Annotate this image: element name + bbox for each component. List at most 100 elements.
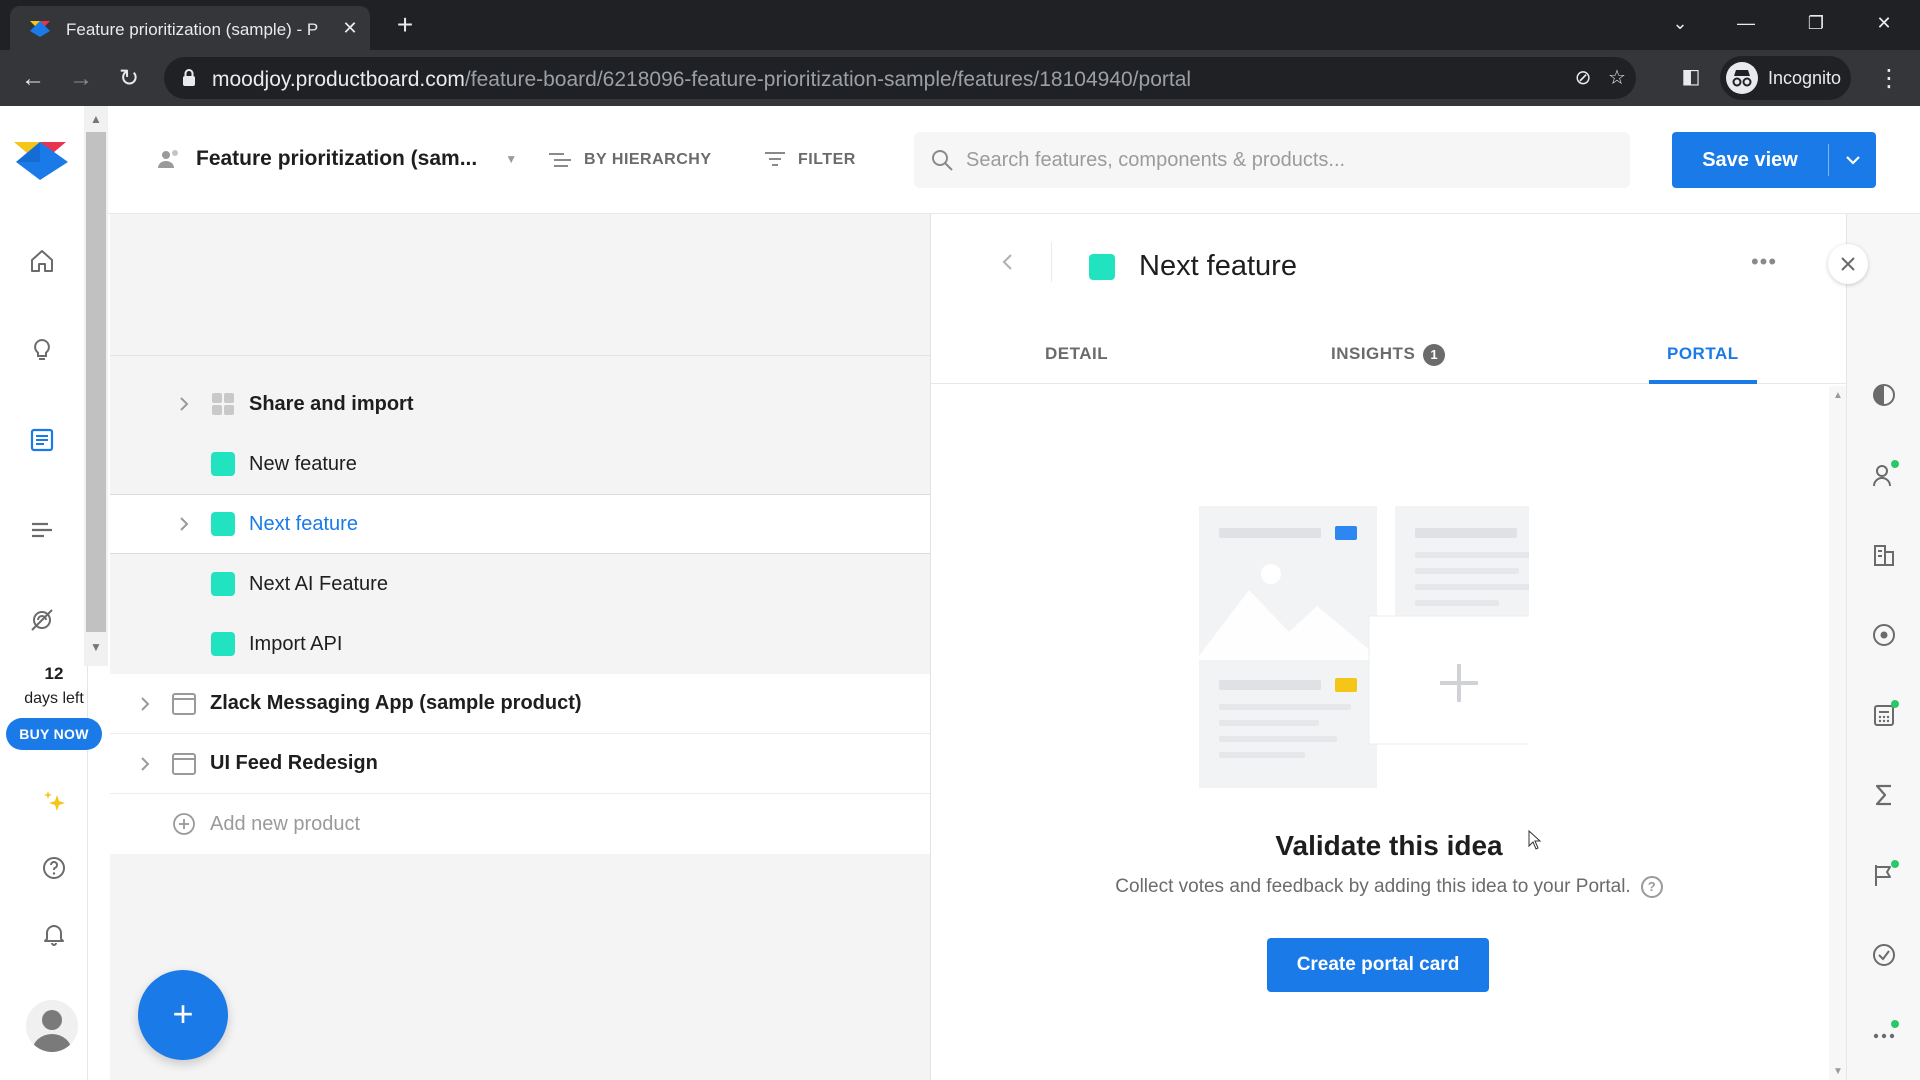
url-text: moodjoy.productboard.com/feature-board/6… (212, 68, 1192, 91)
sigma-formula-icon[interactable] (1869, 780, 1899, 810)
filter-button[interactable]: FILTER (764, 150, 856, 170)
calculator-icon[interactable] (1869, 700, 1899, 730)
side-panel-icon[interactable]: ◧ (1678, 64, 1704, 90)
empty-state-title: Validate this idea (1275, 830, 1503, 861)
add-product-row[interactable]: Add new product (110, 794, 930, 854)
reload-icon[interactable]: ↻ (114, 64, 144, 94)
feature-status-square (211, 572, 235, 596)
tree-row-label: Share and import (249, 392, 414, 415)
more-options-icon[interactable]: ••• (1749, 251, 1779, 273)
scroll-down-arrow-icon[interactable]: ▼ (88, 640, 104, 654)
portal-cards-illustration (1199, 506, 1529, 788)
productboard-favicon-icon (30, 21, 50, 37)
browser-tab[interactable]: Feature prioritization (sample) - P ✕ (10, 6, 370, 50)
scroll-down-arrow-icon[interactable]: ▼ (1829, 1066, 1847, 1077)
chevron-right-icon[interactable] (174, 394, 194, 414)
help-icon[interactable] (38, 852, 70, 884)
window-close-icon[interactable]: ✕ (1864, 8, 1904, 38)
tree-row-feature[interactable]: Next AI Feature (110, 554, 930, 614)
more-fields-icon[interactable] (1869, 1020, 1899, 1050)
save-view-button[interactable]: Save view (1672, 132, 1876, 188)
new-tab-icon[interactable]: + (390, 10, 420, 40)
portal-hidden-icon[interactable] (26, 604, 58, 636)
browser-menu-icon[interactable]: ⋮ (1874, 64, 1904, 94)
feature-detail-panel: Next feature ••• DETAIL INSIGHTS 1 PORTA… (930, 214, 1847, 1080)
feature-status-square (211, 632, 235, 656)
search-input[interactable] (966, 146, 1606, 174)
back-arrow-icon[interactable]: ← (18, 64, 48, 94)
add-product-label: Add new product (210, 812, 361, 835)
chevron-right-icon[interactable] (135, 754, 155, 774)
owner-person-icon[interactable] (1869, 460, 1899, 490)
tree-header-area (110, 214, 930, 356)
eye-slash-icon[interactable]: ⊘ (1570, 65, 1596, 91)
features-board-icon[interactable] (26, 424, 58, 456)
save-view-dropdown[interactable] (1830, 132, 1876, 188)
board-title: Feature prioritization (sam... (196, 147, 478, 170)
search-box[interactable] (914, 132, 1630, 188)
chevron-right-icon[interactable] (174, 514, 194, 534)
tab-detail[interactable]: DETAIL (1045, 344, 1108, 384)
forward-arrow-icon[interactable]: → (66, 64, 96, 94)
feature-title[interactable]: Next feature (1139, 250, 1297, 283)
address-bar[interactable]: moodjoy.productboard.com/feature-board/6… (164, 57, 1636, 99)
tree-row-label: UI Feed Redesign (210, 752, 378, 774)
buy-now-button[interactable]: BUY NOW (6, 718, 102, 750)
create-fab-button[interactable]: + (138, 970, 228, 1060)
tree-row-feature-selected[interactable]: Next feature (110, 494, 930, 554)
user-avatar[interactable] (26, 1000, 78, 1052)
company-building-icon[interactable] (1869, 540, 1899, 570)
tab-insights[interactable]: INSIGHTS 1 (1331, 344, 1446, 384)
tree-row-component[interactable]: Share and import (110, 374, 930, 434)
detail-tabs: DETAIL INSIGHTS 1 PORTAL (931, 334, 1847, 384)
notifications-bell-icon[interactable] (38, 918, 70, 950)
chevron-left-icon[interactable] (995, 250, 1019, 274)
progress-pie-icon[interactable] (1869, 380, 1899, 410)
create-portal-card-button[interactable]: Create portal card (1267, 938, 1489, 992)
minimize-icon[interactable]: — (1726, 8, 1766, 38)
help-circle-icon[interactable]: ? (1640, 876, 1663, 898)
board-switcher[interactable]: Feature prioritization (sam... ▼ (156, 146, 517, 172)
sparkle-ai-icon[interactable] (38, 786, 70, 818)
flag-release-icon[interactable] (1869, 860, 1899, 890)
close-panel-icon[interactable] (1828, 244, 1868, 284)
lock-icon (183, 69, 195, 86)
chevron-down-icon (1846, 156, 1860, 165)
productboard-logo-icon[interactable] (14, 138, 70, 180)
tab-search-icon[interactable]: ⌄ (1660, 8, 1700, 38)
tree-row-feature[interactable]: New feature (110, 434, 930, 494)
target-circle-icon[interactable] (1869, 620, 1899, 650)
search-icon (932, 150, 953, 171)
hierarchy-label: BY HIERARCHY (584, 151, 712, 168)
roadmap-icon[interactable] (26, 514, 58, 546)
check-circle-icon[interactable] (1869, 940, 1899, 970)
restore-icon[interactable]: ❐ (1796, 8, 1836, 38)
incognito-icon (1726, 62, 1758, 94)
sidebar-scroll-thumb[interactable] (86, 132, 106, 632)
filter-icon (765, 152, 785, 166)
chevron-right-icon[interactable] (135, 694, 155, 714)
scroll-up-arrow-icon[interactable]: ▲ (1829, 390, 1847, 401)
home-icon[interactable] (26, 245, 58, 277)
bookmark-star-icon[interactable]: ☆ (1604, 65, 1630, 91)
filter-label: FILTER (798, 151, 856, 168)
detail-scrollbar[interactable]: ▲ ▼ (1829, 386, 1847, 1080)
tree-row-feature[interactable]: Import API (110, 614, 930, 674)
right-toolbar (1846, 214, 1920, 1080)
tree-row-label: Next feature (249, 512, 358, 535)
feature-status-square[interactable] (1089, 254, 1115, 280)
status-dot (1891, 700, 1899, 708)
feature-status-square (211, 452, 235, 476)
tree-row-product[interactable]: Zlack Messaging App (sample product) (110, 674, 930, 734)
tree-row-product[interactable]: UI Feed Redesign (110, 734, 930, 794)
insights-bulb-icon[interactable] (26, 334, 58, 366)
tree-row-label: Zlack Messaging App (sample product) (210, 692, 582, 714)
save-view-label: Save view (1702, 149, 1798, 171)
product-window-icon (172, 693, 196, 715)
tab-portal[interactable]: PORTAL (1649, 344, 1757, 384)
scroll-up-arrow-icon[interactable]: ▲ (88, 112, 104, 126)
incognito-profile-button[interactable]: Incognito (1720, 56, 1852, 100)
component-grid-icon (212, 393, 234, 415)
hierarchy-toggle[interactable]: BY HIERARCHY (548, 150, 712, 170)
tab-close-icon[interactable]: ✕ (338, 16, 362, 40)
